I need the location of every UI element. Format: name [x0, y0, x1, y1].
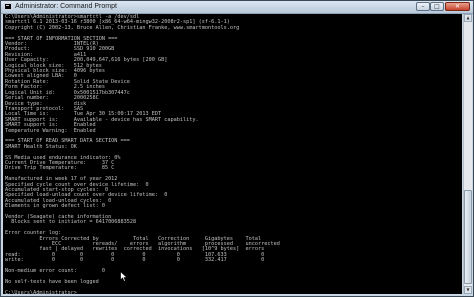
scroll-down-arrow-icon[interactable]: ▼	[464, 286, 472, 294]
maximize-button[interactable]: □	[430, 2, 444, 11]
console-line: Drive Trip Temperature: 85 C	[5, 165, 115, 172]
console-prompt-line: C:\Users\Administrator>	[5, 289, 77, 294]
close-button[interactable]: ✕	[445, 2, 470, 11]
console-line: Elements in grown defect list: 0	[5, 203, 105, 210]
console-line: Blocks sent to initiator = 6417006883528	[5, 219, 137, 226]
title-bar[interactable]: Administrator: Command Prompt – □ ✕	[1, 1, 473, 14]
console-line: Temperature Warning: Enabled	[5, 127, 96, 134]
scroll-up-arrow-icon[interactable]: ▲	[464, 14, 472, 22]
console-line: write: 0 0 0 0 0 332.417 0	[5, 257, 265, 264]
mouse-pointer-icon	[120, 271, 128, 282]
scroll-thumb[interactable]	[464, 190, 472, 284]
console-line: Non-medium error count: 0	[5, 268, 105, 275]
console-output-area[interactable]: C:\Users\Administrator>smartctl -a /dev/…	[3, 14, 462, 294]
cmd-icon[interactable]	[4, 3, 12, 10]
console-line: Copyright (C) 2002-13, Bruce Allen, Chri…	[5, 24, 240, 31]
minimize-button[interactable]: –	[416, 2, 430, 11]
command-prompt-window: Administrator: Command Prompt – □ ✕ C:\U…	[0, 0, 474, 297]
window-title: Administrator: Command Prompt	[15, 3, 117, 10]
vertical-scrollbar[interactable]: ▲ ▼	[463, 14, 472, 294]
console-text: C:\Users\Administrator>smartctl -a /dev/…	[3, 14, 462, 294]
console-line: SMART Health Status: OK	[5, 143, 77, 150]
console-line: No self-tests have been logged	[5, 278, 99, 285]
